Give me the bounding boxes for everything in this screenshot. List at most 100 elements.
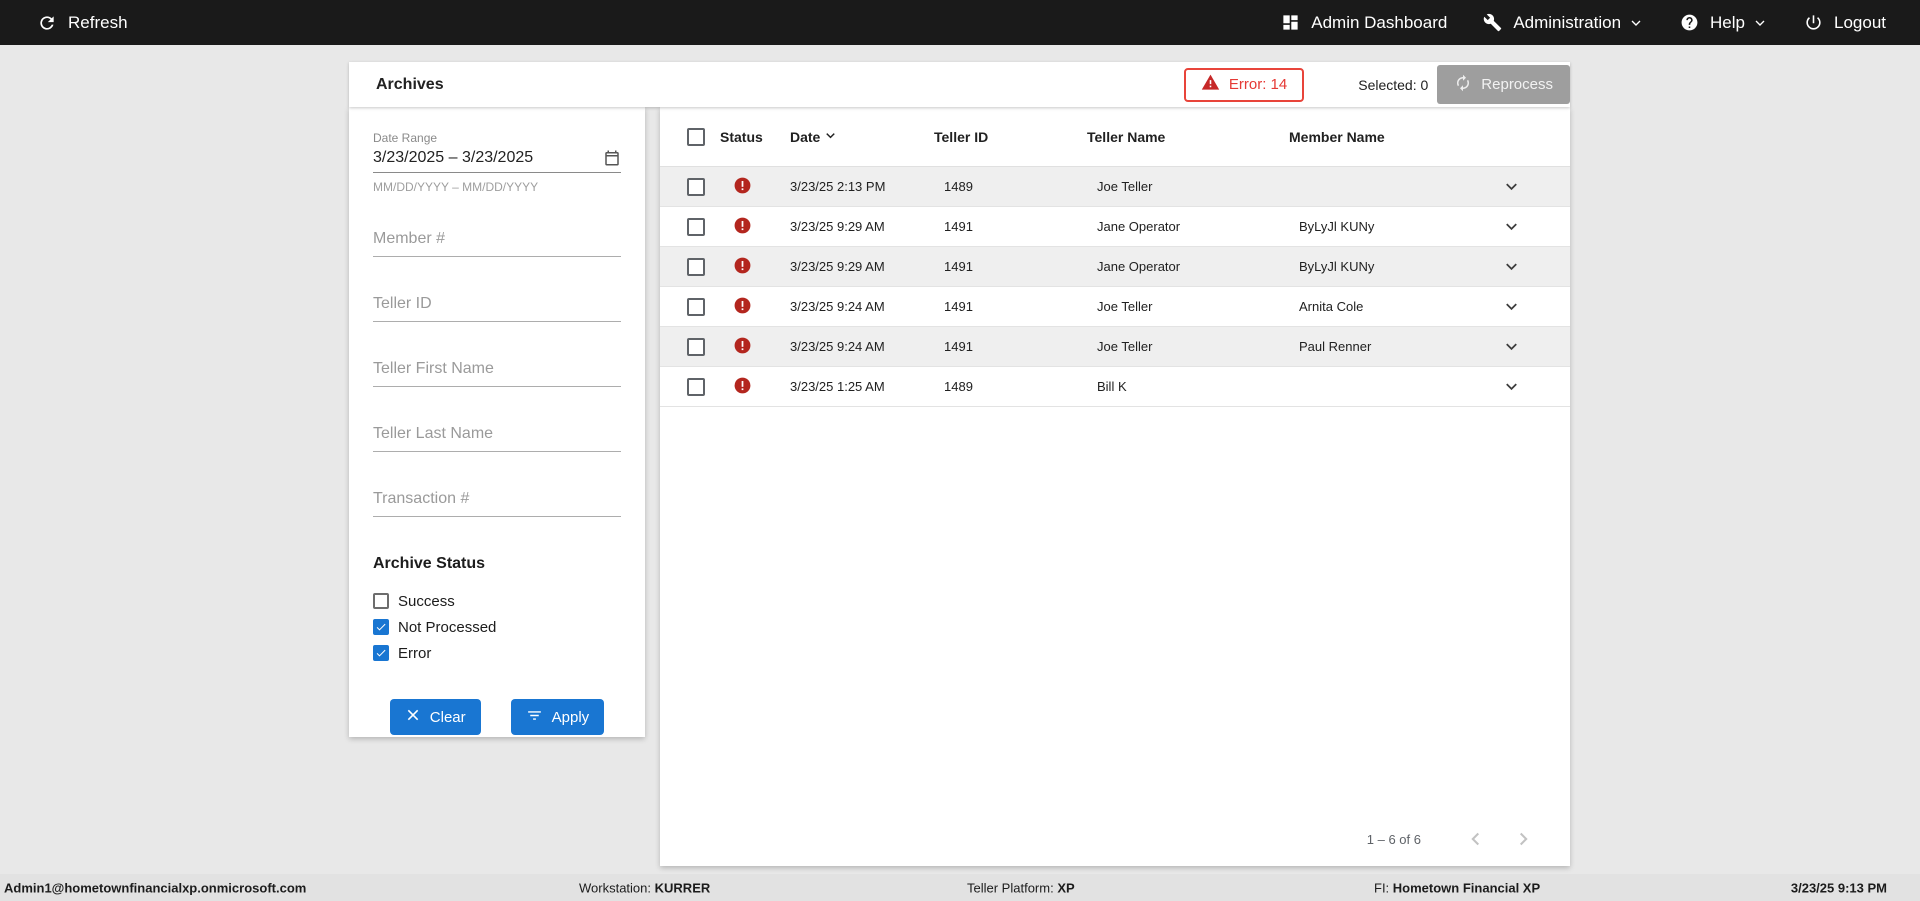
- platform-value: XP: [1057, 880, 1075, 895]
- row-checkbox[interactable]: [687, 177, 705, 196]
- archive-status-option-label: Success: [398, 592, 455, 610]
- calendar-icon[interactable]: [597, 149, 621, 167]
- expand-row-button[interactable]: [1498, 213, 1525, 240]
- error-count-label: Error: 14: [1228, 76, 1288, 93]
- row-teller-id: 1489: [944, 179, 973, 194]
- archive-status-option[interactable]: Success: [373, 588, 621, 614]
- expand-row-button[interactable]: [1498, 253, 1525, 280]
- row-teller-name: Joe Teller: [1097, 339, 1153, 354]
- row-teller-name: Joe Teller: [1097, 179, 1153, 194]
- filter-actions: Clear Apply: [373, 699, 621, 735]
- row-teller-id: 1491: [944, 219, 973, 234]
- expand-row-button[interactable]: [1498, 173, 1525, 200]
- expand-row-button[interactable]: [1498, 293, 1525, 320]
- clear-label: Clear: [429, 708, 466, 726]
- table-row: 3/23/25 9:29 AM 1491 Jane Operator ByLyJ…: [660, 207, 1570, 247]
- row-date: 3/23/25 9:29 AM: [790, 219, 885, 234]
- help-menu[interactable]: Help: [1680, 13, 1768, 33]
- error-count-button[interactable]: Error: 14: [1183, 67, 1305, 102]
- teller-first-name-input[interactable]: [373, 356, 621, 387]
- teller-last-name-input[interactable]: [373, 421, 621, 452]
- member-number-input[interactable]: [373, 226, 621, 257]
- pagination: 1 – 6 of 6: [1367, 828, 1534, 850]
- teller-id-input[interactable]: [373, 291, 621, 322]
- chevron-down-icon: [1628, 15, 1644, 31]
- help-label: Help: [1710, 12, 1745, 32]
- page-title: Archives: [376, 75, 444, 93]
- row-member-name: Paul Renner: [1299, 339, 1372, 354]
- archive-status-option-label: Error: [398, 644, 432, 662]
- error-status-icon: [733, 176, 752, 198]
- select-all-checkbox[interactable]: [687, 127, 705, 146]
- error-status-icon: [733, 256, 752, 278]
- row-checkbox[interactable]: [687, 297, 705, 316]
- help-icon: [1680, 13, 1699, 32]
- pagination-range-label: 1 – 6 of 6: [1366, 831, 1421, 847]
- apply-label: Apply: [551, 708, 590, 726]
- checkbox-box[interactable]: [373, 645, 389, 661]
- previous-page-button[interactable]: [1465, 828, 1487, 850]
- logout-button[interactable]: Logout: [1804, 13, 1886, 33]
- row-member-name: ByLyJl KUNy: [1299, 219, 1375, 234]
- expand-row-button[interactable]: [1498, 333, 1525, 360]
- financial-institution-info: FI: Hometown Financial XP: [1374, 880, 1540, 895]
- row-checkbox[interactable]: [687, 377, 705, 396]
- row-date: 3/23/25 2:13 PM: [790, 179, 886, 194]
- date-column-header[interactable]: Date: [790, 128, 934, 146]
- current-datetime: 3/23/25 9:13 PM: [1790, 880, 1887, 895]
- wrench-icon: [1483, 13, 1502, 32]
- checkbox-box[interactable]: [373, 619, 389, 635]
- archive-status-list: Success Not Processed Error: [373, 588, 621, 666]
- fi-value: Hometown Financial XP: [1392, 880, 1541, 895]
- row-teller-name: Jane Operator: [1097, 219, 1181, 234]
- error-status-icon: [733, 336, 752, 358]
- row-checkbox[interactable]: [687, 217, 705, 236]
- error-status-icon: [733, 376, 752, 398]
- row-teller-id: 1491: [944, 339, 973, 354]
- row-member-name: ByLyJl KUNy: [1299, 259, 1375, 274]
- admin-dashboard-button[interactable]: Admin Dashboard: [1281, 13, 1447, 33]
- table-header-row: Status Date Teller ID Teller Name Member…: [660, 107, 1570, 167]
- archive-status-option[interactable]: Not Processed: [373, 614, 621, 640]
- date-range-field: [373, 149, 621, 173]
- refresh-button[interactable]: Refresh: [37, 13, 128, 33]
- table-body: 3/23/25 2:13 PM 1489 Joe Teller 3/23/25 …: [660, 167, 1570, 407]
- row-teller-name: Joe Teller: [1097, 299, 1153, 314]
- archive-status-label: Archive Status: [373, 555, 486, 572]
- administration-menu[interactable]: Administration: [1483, 13, 1644, 33]
- filter-icon: [526, 707, 543, 728]
- expand-row-button[interactable]: [1498, 373, 1525, 400]
- fi-label: FI:: [1374, 880, 1390, 895]
- teller-id-column-header: Teller ID: [934, 128, 989, 145]
- top-navigation-bar: Refresh Admin Dashboard Administration H…: [0, 0, 1920, 45]
- logged-in-user: Admin1@hometownfinancialxp.onmicrosoft.c…: [4, 880, 307, 895]
- member-name-column-header: Member Name: [1289, 128, 1385, 145]
- apply-button[interactable]: Apply: [510, 699, 605, 735]
- refresh-label: Refresh: [68, 12, 128, 32]
- checkbox-box[interactable]: [373, 593, 389, 609]
- clear-icon: [405, 707, 421, 727]
- admin-dashboard-label: Admin Dashboard: [1311, 12, 1448, 32]
- row-checkbox[interactable]: [687, 337, 705, 356]
- reprocess-button[interactable]: Reprocess: [1437, 65, 1570, 104]
- platform-label: Teller Platform:: [967, 880, 1054, 895]
- row-date: 3/23/25 9:24 AM: [790, 339, 885, 354]
- date-range-input[interactable]: [373, 149, 597, 167]
- power-icon: [1804, 13, 1823, 32]
- row-date: 3/23/25 9:24 AM: [790, 299, 885, 314]
- filter-panel: Date Range MM/DD/YYYY – MM/DD/YYYY Archi…: [349, 107, 645, 737]
- page-header: Archives Error: 14 Selected: 0 Reprocess: [349, 62, 1570, 107]
- table-row: 3/23/25 9:24 AM 1491 Joe Teller Paul Ren…: [660, 327, 1570, 367]
- next-page-button[interactable]: [1512, 828, 1534, 850]
- status-column-header: Status: [720, 128, 763, 145]
- transaction-number-input[interactable]: [373, 486, 621, 517]
- date-range-label: Date Range: [373, 131, 438, 145]
- clear-button[interactable]: Clear: [389, 699, 481, 735]
- row-checkbox[interactable]: [687, 257, 705, 276]
- archive-status-option[interactable]: Error: [373, 640, 621, 666]
- logout-label: Logout: [1834, 12, 1886, 32]
- row-teller-name: Jane Operator: [1097, 259, 1181, 274]
- chevron-down-icon: [1752, 15, 1768, 31]
- row-date: 3/23/25 9:29 AM: [790, 259, 885, 274]
- row-teller-id: 1489: [944, 379, 973, 394]
